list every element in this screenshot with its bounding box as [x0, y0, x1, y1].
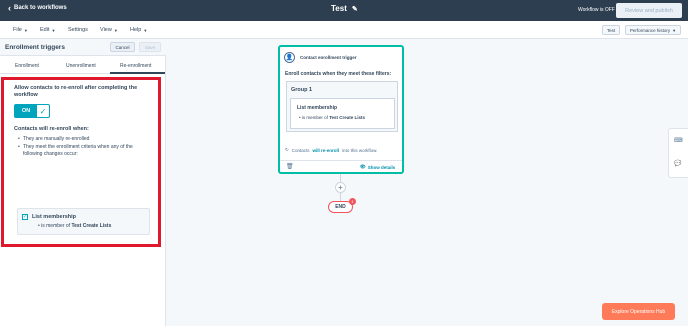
chevron-down-icon: ▼: [113, 27, 118, 33]
top-bar: ‹ Back to workflows Test ✎ Workflow is O…: [0, 0, 688, 21]
side-toolbar: ⌨ 💬: [668, 128, 688, 178]
tab-re-enrollment[interactable]: Re-enrollment: [120, 63, 151, 69]
menu-view-label: View: [100, 27, 112, 33]
tab-unenrollment[interactable]: Unenrollment: [66, 63, 96, 69]
active-tab-indicator: [110, 72, 165, 74]
menu-settings[interactable]: Settings: [68, 27, 88, 33]
add-action-button[interactable]: +: [335, 182, 346, 193]
checkmark-icon: ✓: [39, 106, 47, 116]
list-item: They are manually re-enrolled: [18, 136, 146, 144]
reenroll-when-heading: Contacts will re-enroll when:: [14, 126, 89, 132]
show-details-link[interactable]: 👁 Show details: [360, 164, 395, 170]
refresh-icon: ↻: [285, 147, 289, 152]
enrollment-triggers-panel: Enrollment triggers Cancel Save Enrollme…: [0, 39, 166, 326]
list-filter-title: List membership: [297, 105, 338, 111]
workflow-status: Workflow is OFF: [578, 7, 615, 13]
comment-icon[interactable]: 💬: [674, 160, 681, 167]
performance-history-button[interactable]: Performance history ▼: [625, 25, 681, 35]
menu-settings-label: Settings: [68, 27, 88, 33]
filter-group: Group 1 List membership • is member of T…: [286, 81, 398, 132]
back-to-workflows-link[interactable]: ‹ Back to workflows: [8, 3, 67, 13]
performance-history-label: Performance history: [629, 27, 671, 33]
reenroll-info: ↻ Contacts will re-enroll into this work…: [285, 147, 377, 153]
reenroll-criteria-box: ✓ List membership • is member of Test Cr…: [17, 208, 150, 235]
list-membership-filter: List membership • is member of Test Crea…: [290, 98, 395, 129]
panel-tabs: Enrollment Unenrollment Re-enrollment: [0, 57, 166, 74]
chevron-left-icon: ‹: [8, 3, 11, 13]
explore-operations-hub-button[interactable]: Explore Operations Hub: [602, 303, 675, 320]
eye-icon: 👁: [360, 164, 366, 169]
criteria-checkbox[interactable]: ✓: [22, 214, 28, 220]
menu-edit-label: Edit: [40, 27, 50, 33]
reenroll-conditions-list: They are manually re-enrolled They meet …: [18, 136, 146, 159]
menu-help[interactable]: Help ▼: [130, 27, 147, 33]
workflow-name: Test: [331, 4, 347, 13]
menu-file[interactable]: File ▼: [13, 27, 28, 33]
criteria-prefix: is member of: [41, 223, 71, 229]
trash-icon[interactable]: 🗑: [286, 163, 294, 170]
group-title: Group 1: [291, 87, 313, 93]
chevron-down-icon: ▼: [51, 27, 56, 33]
review-and-publish-button[interactable]: Review and publish: [616, 3, 682, 18]
list-filter-prefix: is member of: [301, 115, 328, 120]
enrollment-trigger-card[interactable]: 👤 Contact enrollment trigger Enroll cont…: [278, 45, 404, 174]
reenroll-prefix: Contacts: [291, 147, 310, 153]
tab-enrollment[interactable]: Enrollment: [15, 63, 39, 69]
menu-file-label: File: [13, 27, 22, 33]
list-item: They meet the enrollment criteria when a…: [18, 144, 146, 159]
list-filter-value: Test Create Lists: [329, 115, 366, 120]
criteria-title: List membership: [32, 214, 77, 220]
test-button[interactable]: Test: [602, 25, 620, 35]
back-label: Back to workflows: [14, 5, 67, 11]
keyboard-icon[interactable]: ⌨: [674, 137, 683, 144]
card-trigger-label: Contact enrollment trigger: [300, 55, 357, 60]
pencil-icon[interactable]: ✎: [352, 5, 358, 13]
panel-header: Enrollment triggers Cancel Save: [0, 39, 166, 56]
card-header: 👤 Contact enrollment trigger: [284, 52, 357, 63]
allow-reenroll-text: Allow contacts to re-enroll after comple…: [14, 85, 138, 98]
reenroll-toggle[interactable]: ON ✓: [14, 104, 50, 118]
cancel-button[interactable]: Cancel: [110, 42, 135, 52]
panel-title: Enrollment triggers: [5, 44, 65, 51]
will-reenroll-link[interactable]: will re-enroll: [313, 148, 340, 153]
save-button[interactable]: Save: [139, 42, 161, 52]
contact-icon: 👤: [284, 52, 295, 63]
workflow-title: Test ✎: [331, 4, 358, 13]
menu-bar: File ▼ Edit ▼ Settings View ▼ Help ▼ Tes…: [0, 21, 688, 39]
menu-view[interactable]: View ▼: [100, 27, 118, 33]
menu-help-label: Help: [130, 27, 142, 33]
enroll-filters-text: Enroll contacts when they meet these fil…: [285, 71, 392, 77]
end-alert-badge: 1: [349, 198, 356, 205]
chevron-down-icon: ▼: [672, 27, 677, 33]
show-details-label: Show details: [367, 164, 396, 170]
reenroll-suffix: into this workflow.: [342, 147, 378, 153]
criteria-value: Test Create Lists: [71, 223, 112, 229]
toggle-on-label: ON: [15, 105, 37, 117]
chevron-down-icon: ▼: [23, 27, 28, 33]
menu-edit[interactable]: Edit ▼: [40, 27, 55, 33]
chevron-down-icon: ▼: [143, 27, 148, 33]
card-footer: 🗑 👁 Show details: [280, 160, 402, 172]
criteria-detail: • is member of Test Create Lists: [38, 223, 112, 229]
list-filter-detail: • is member of Test Create Lists: [299, 115, 366, 120]
